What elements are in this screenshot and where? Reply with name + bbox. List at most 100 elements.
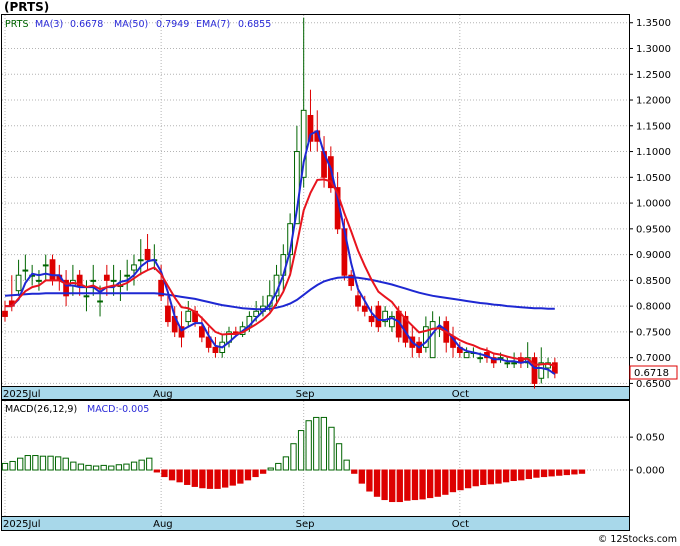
macd-bar <box>358 469 365 484</box>
macd-bar <box>533 469 540 478</box>
candle-body <box>97 300 103 303</box>
candle-body <box>2 310 8 317</box>
macd-bar <box>252 469 259 478</box>
macd-bar <box>54 456 62 471</box>
legend-ma50-value: 0.7949 <box>156 19 189 30</box>
legend-ma3-value: 0.6678 <box>70 19 103 30</box>
price-panel <box>1 14 630 387</box>
candle-body <box>36 279 42 282</box>
price-tick-label: 0.7500 <box>636 327 671 338</box>
legend-symbol: PRTS <box>5 19 28 30</box>
macd-legend-value: MACD:-0.005 <box>87 404 149 415</box>
macd-bar <box>525 469 533 480</box>
macd-bar <box>563 469 570 476</box>
macd-bar <box>70 461 77 471</box>
macd-bar <box>495 469 502 484</box>
candle-body <box>212 346 219 354</box>
macd-bar <box>153 469 160 473</box>
macd-bar <box>275 462 282 471</box>
macd-bar <box>343 459 350 471</box>
macd-bar <box>39 455 47 471</box>
macd-bar <box>214 469 221 489</box>
macd-bar <box>32 455 39 471</box>
macd-bar <box>419 469 426 500</box>
month-label: Oct <box>452 519 469 530</box>
month-label: 2025Jul <box>3 519 41 530</box>
macd-bar <box>320 416 328 471</box>
candle-body <box>368 315 375 323</box>
legend-ma3-label: MA(3) <box>35 19 63 30</box>
candle-body <box>124 274 131 277</box>
macd-bar <box>472 469 479 487</box>
candle-body <box>477 357 484 360</box>
macd-bar <box>518 469 525 481</box>
candle-body <box>131 264 137 271</box>
price-tick-label: 1.0000 <box>636 199 671 210</box>
price-tick-label: 1.2000 <box>636 96 671 107</box>
candle-body <box>165 305 171 323</box>
candle-body <box>49 259 56 281</box>
macd-bar <box>480 469 487 485</box>
macd-bar <box>199 469 206 489</box>
macd-bar <box>161 469 168 478</box>
macd-bar <box>244 469 252 481</box>
candle-body <box>463 352 470 359</box>
macd-bar <box>77 463 85 471</box>
macd-bar <box>313 416 320 471</box>
price-tick-label: 1.1500 <box>636 121 671 132</box>
macd-bar <box>351 469 358 474</box>
macd-bar <box>17 457 24 471</box>
month-label: 2025Jul <box>3 389 41 400</box>
macd-bar <box>366 469 373 492</box>
month-label: Sep <box>296 389 315 400</box>
macd-bar <box>335 443 343 471</box>
macd-bar <box>381 469 388 501</box>
last-price-value: 0.6718 <box>634 368 669 379</box>
stock-chart: 1.3500 1.3000 1.2500 1.2000 1.1500 1.1000 1.05… <box>1 14 678 531</box>
macd-bar <box>328 426 335 471</box>
macd-bar <box>411 469 419 501</box>
macd-bar <box>85 464 92 471</box>
macd-date-axis <box>1 516 630 531</box>
macd-bar <box>176 469 183 483</box>
macd-bar <box>222 469 229 488</box>
price-tick-label: 0.9000 <box>636 250 671 261</box>
price-date-axis <box>1 386 630 400</box>
macd-bar <box>282 456 290 471</box>
macd-bar <box>578 469 586 474</box>
candle-body <box>42 264 49 267</box>
macd-bar <box>9 460 16 471</box>
macd-legend-label: MACD(26,12,9) <box>5 404 77 415</box>
candle-body <box>511 362 517 365</box>
macd-bar <box>449 469 457 493</box>
candle-body <box>83 295 90 298</box>
macd-bar <box>305 420 312 471</box>
price-tick-label: 1.0500 <box>636 173 671 184</box>
price-tick-label: 0.8000 <box>636 302 671 313</box>
macd-bar <box>267 467 274 471</box>
legend-ma50-label: MA(50) <box>114 19 148 30</box>
macd-tick-label: 0.000 <box>636 466 665 477</box>
macd-bar <box>396 469 403 503</box>
macd-bar <box>168 469 176 481</box>
price-tick-label: 1.3500 <box>636 18 671 29</box>
macd-bar <box>457 469 464 491</box>
macd-bar <box>373 469 381 497</box>
macd-bar <box>229 469 236 486</box>
macd-bar <box>556 469 563 476</box>
price-tick-label: 1.3000 <box>636 44 671 55</box>
candle-body <box>355 295 361 307</box>
legend-ema7-value: 0.6855 <box>238 19 271 30</box>
macd-bar <box>259 469 267 474</box>
macd-bar <box>146 457 153 471</box>
candle <box>531 352 538 389</box>
candle-body <box>531 357 538 384</box>
macd-axis-ticks: 0.050 0.000 <box>629 433 665 477</box>
month-label: Aug <box>153 519 173 530</box>
macd-bar <box>92 465 100 471</box>
candle-body <box>137 259 144 262</box>
month-label: Aug <box>153 389 173 400</box>
macd-bar <box>123 463 130 471</box>
legend-ema7-label: EMA(7) <box>196 19 230 30</box>
macd-bar <box>115 464 123 471</box>
